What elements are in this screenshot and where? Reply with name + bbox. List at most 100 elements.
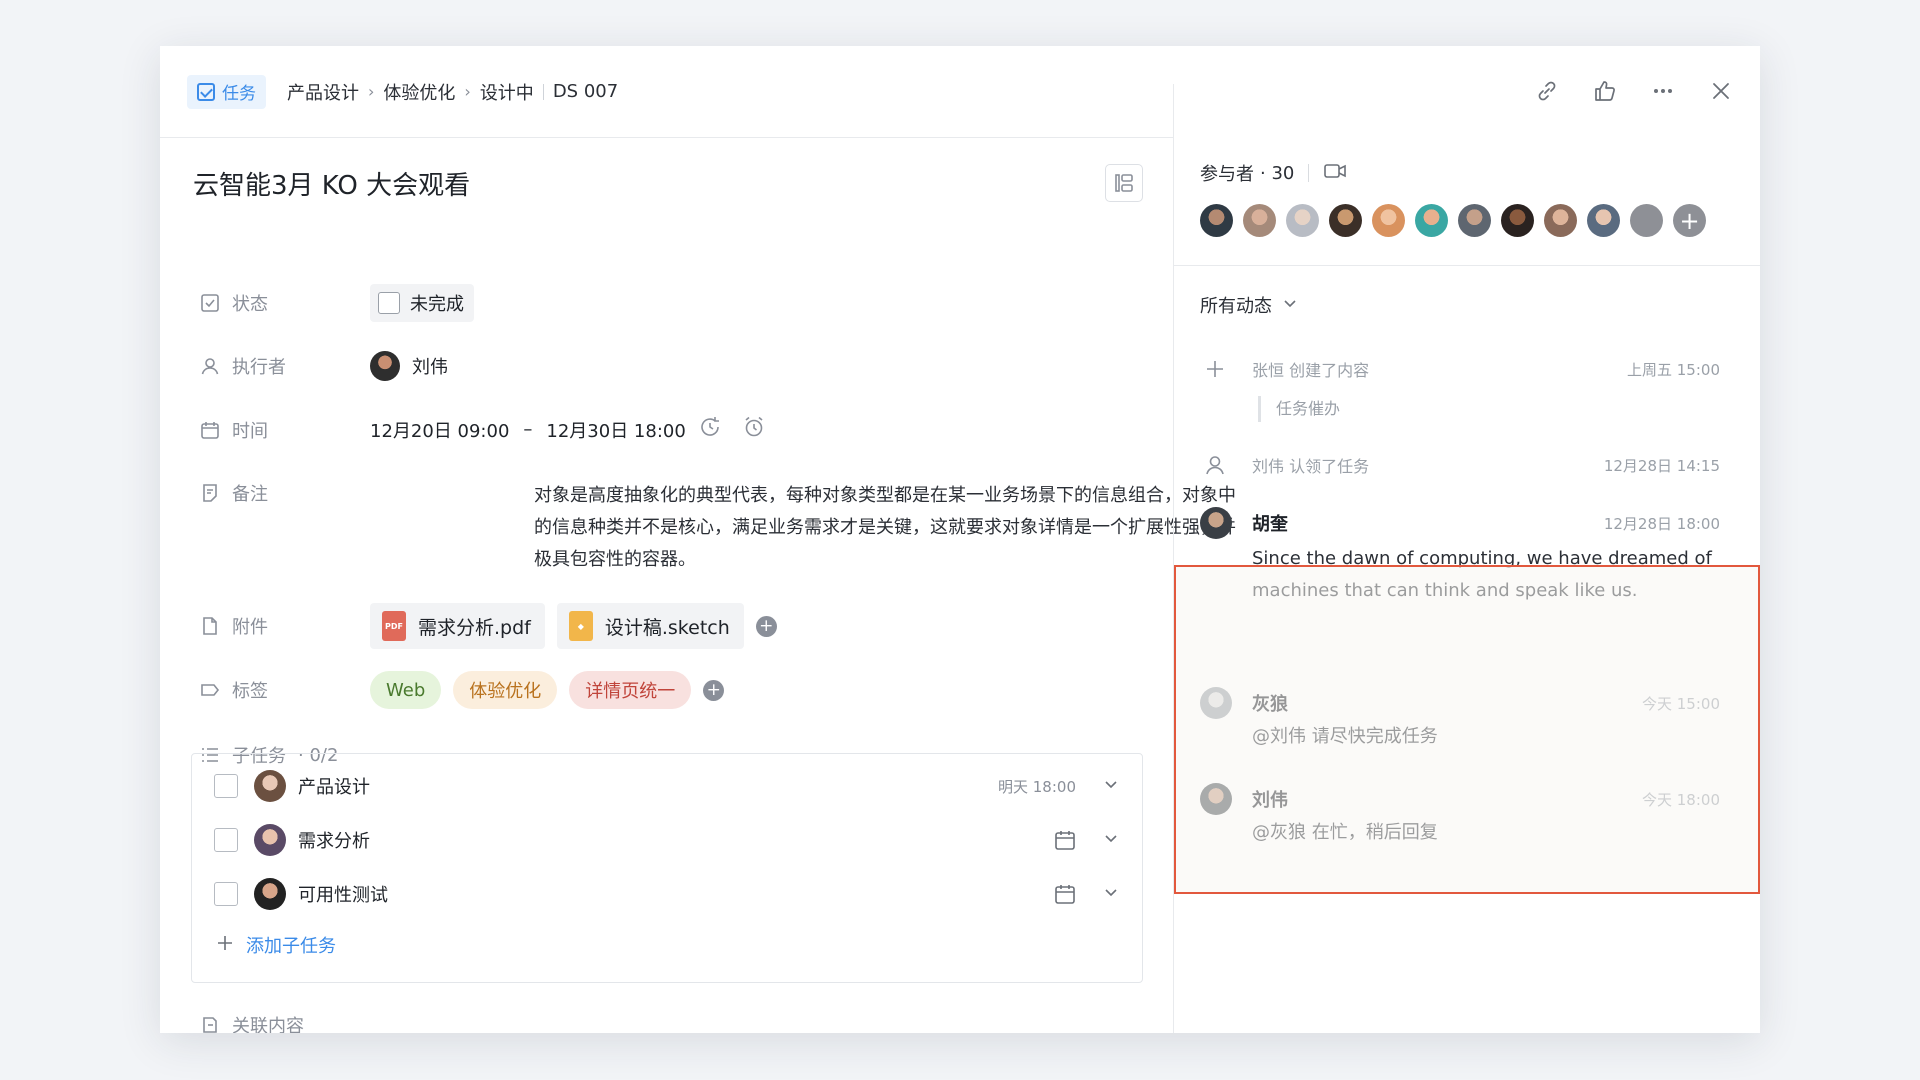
participants-count: · 30	[1260, 162, 1295, 184]
related-label: 关联内容	[232, 1016, 304, 1033]
avatar[interactable]	[1200, 507, 1232, 539]
comment-author[interactable]: 刘伟	[1252, 786, 1642, 812]
comment-body: @灰狼 在忙，稍后回复	[1252, 822, 1438, 843]
time-end: 12月30日 18:00	[546, 420, 686, 442]
subtask-name[interactable]: 可用性测试	[298, 881, 1054, 907]
notes-label: 备注	[232, 484, 268, 505]
subtask-name[interactable]: 需求分析	[298, 827, 1054, 853]
related-content[interactable]: 关联内容	[200, 1012, 304, 1033]
task-header: 任务 产品设计 › 体验优化 › 设计中 DS 007	[160, 46, 1174, 138]
avatar[interactable]	[1458, 204, 1491, 237]
chevron-down-icon[interactable]	[1102, 883, 1120, 906]
avatar	[370, 351, 400, 381]
attachment-item[interactable]: PDF 需求分析.pdf	[370, 603, 545, 649]
attachments-label: 附件	[232, 617, 268, 638]
add-subtask-button[interactable]: 添加子任务	[216, 932, 336, 958]
comment-author[interactable]: 胡奎	[1252, 510, 1604, 536]
subtask-row[interactable]: 需求分析	[214, 820, 1120, 860]
calendar-icon[interactable]	[1054, 883, 1076, 905]
avatar	[254, 770, 286, 802]
subtask-row[interactable]: 产品设计 明天 18:00	[214, 766, 1120, 806]
tag-item[interactable]: 体验优化	[453, 671, 558, 709]
attachment-name: 设计稿.sketch	[604, 616, 730, 639]
subtask-checkbox[interactable]	[214, 828, 238, 852]
time-range[interactable]: 12月20日 09:00 – 12月30日 18:00	[370, 417, 686, 443]
alarm-icon[interactable]	[742, 415, 766, 444]
calendar-icon[interactable]	[1054, 829, 1076, 851]
time-start: 12月20日 09:00	[370, 420, 510, 442]
subtask-row[interactable]: 可用性测试	[214, 874, 1120, 914]
subtask-checkbox[interactable]	[214, 882, 238, 906]
activity-time: 上周五 15:00	[1627, 360, 1720, 379]
field-tags: 标签 Web 体验优化 详情页统一 +	[200, 671, 725, 709]
add-participant-button[interactable]: +	[1673, 204, 1706, 237]
participants-label: 参与者	[1200, 164, 1254, 185]
add-attachment-button[interactable]: +	[755, 615, 777, 637]
status-checkbox[interactable]	[378, 292, 400, 314]
avatar[interactable]	[1286, 204, 1319, 237]
comment-item: 刘伟 今天 18:00 @灰狼 在忙，稍后回复	[1200, 783, 1720, 849]
notes-text[interactable]: 对象是高度抽象化的典型代表，每种对象类型都是在某一业务场景下的信息组合，对象中的…	[534, 480, 1239, 576]
avatar[interactable]	[1587, 204, 1620, 237]
tag-item[interactable]: 详情页统一	[569, 671, 692, 709]
breadcrumb-item[interactable]: 产品设计	[287, 79, 359, 105]
link-content-icon	[200, 1015, 220, 1033]
avatar[interactable]	[1200, 204, 1233, 237]
calendar-icon	[200, 420, 220, 440]
chevron-down-icon	[1282, 295, 1298, 316]
breadcrumb-item[interactable]: 体验优化	[383, 79, 455, 105]
avatar[interactable]	[1200, 783, 1232, 815]
avatar[interactable]	[1200, 687, 1232, 719]
attachment-name: 需求分析.pdf	[418, 616, 531, 639]
avatar[interactable]	[1501, 204, 1534, 237]
tag-item[interactable]: Web	[370, 671, 442, 709]
comment-time: 今天 18:00	[1642, 790, 1720, 809]
status-label: 状态	[232, 294, 268, 315]
comment-body: @刘伟 请尽快完成任务	[1252, 726, 1438, 747]
chevron-down-icon[interactable]	[1102, 775, 1120, 798]
top-actions	[1534, 78, 1734, 108]
activity-item: 张恒 创建了内容 上周五 15:00 任务催办	[1200, 354, 1720, 422]
subtask-due[interactable]: 明天 18:00	[998, 776, 1076, 797]
avatar[interactable]	[1544, 204, 1577, 237]
breadcrumb-item[interactable]: 设计中	[480, 79, 534, 105]
sketch-file-icon: ◆	[568, 611, 593, 641]
task-id: DS 007	[552, 81, 619, 102]
assignee-label: 执行者	[232, 357, 286, 378]
task-check-icon	[197, 82, 215, 101]
avatar	[254, 824, 286, 856]
link-icon[interactable]	[1534, 78, 1560, 108]
field-time: 时间 12月20日 09:00 – 12月30日 18:00	[200, 415, 766, 444]
task-title[interactable]: 云智能3月 KO 大会观看	[193, 165, 470, 202]
like-icon[interactable]	[1592, 78, 1618, 108]
participants-avatars: +	[1200, 204, 1706, 237]
field-status: 状态 未完成	[200, 284, 474, 322]
subtask-name[interactable]: 产品设计	[298, 773, 998, 799]
assignee-selector[interactable]: 刘伟	[370, 351, 448, 381]
activity-quote[interactable]: 任务催办	[1258, 396, 1720, 422]
user-icon	[1200, 450, 1230, 480]
status-toggle[interactable]: 未完成	[370, 284, 474, 322]
tag-icon	[200, 680, 220, 700]
repeat-icon[interactable]	[698, 415, 722, 444]
add-tag-button[interactable]: +	[703, 679, 725, 701]
avatar	[254, 878, 286, 910]
avatar[interactable]	[1415, 204, 1448, 237]
task-type-tag[interactable]: 任务	[187, 74, 266, 109]
video-icon[interactable]	[1323, 161, 1347, 186]
chevron-down-icon[interactable]	[1102, 829, 1120, 852]
activity-item: 刘伟 认领了任务 12月28日 14:15	[1200, 450, 1720, 480]
subtask-checkbox[interactable]	[214, 774, 238, 798]
avatar[interactable]	[1329, 204, 1362, 237]
layout-toggle-button[interactable]	[1105, 164, 1143, 202]
list-layout-icon	[1115, 174, 1133, 192]
avatar[interactable]	[1372, 204, 1405, 237]
activity-filter-dropdown[interactable]: 所有动态	[1200, 292, 1298, 318]
plus-icon	[1200, 354, 1230, 384]
comment-author[interactable]: 灰狼	[1252, 690, 1642, 716]
avatar[interactable]	[1243, 204, 1276, 237]
more-icon[interactable]	[1650, 78, 1676, 108]
avatar[interactable]	[1630, 204, 1663, 237]
attachment-item[interactable]: ◆ 设计稿.sketch	[556, 603, 744, 649]
close-icon[interactable]	[1708, 78, 1734, 108]
